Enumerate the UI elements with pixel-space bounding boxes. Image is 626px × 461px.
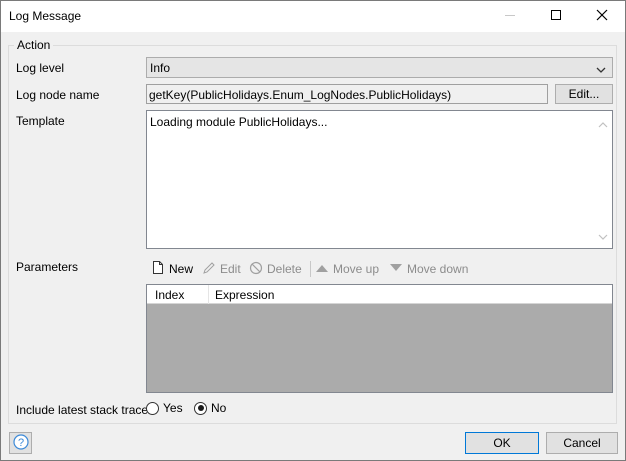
cancel-button[interactable]: Cancel: [546, 432, 618, 454]
move-up-label: Move up: [333, 262, 380, 276]
close-button[interactable]: [579, 1, 625, 32]
template-scrollbar[interactable]: [595, 111, 612, 248]
stack-trace-label: Include latest stack trace: [16, 403, 149, 417]
new-document-icon: [151, 260, 165, 278]
arrow-down-icon: [389, 262, 403, 276]
scroll-up-icon[interactable]: [598, 117, 608, 131]
radio-checked-icon: [194, 401, 207, 415]
svg-text:?: ?: [17, 437, 23, 449]
edit-label: Edit: [220, 262, 241, 276]
new-label: New: [169, 262, 194, 276]
window-title: Log Message: [9, 9, 82, 23]
radio-unchecked-icon: [146, 401, 159, 415]
log-node-name-label: Log node name: [16, 88, 100, 102]
arrow-up-icon: [315, 262, 329, 276]
move-down-label: Move down: [407, 262, 469, 276]
ok-button[interactable]: OK: [465, 432, 539, 454]
log-message-dialog: Log Message Action Log level Info Log no…: [0, 0, 626, 461]
close-icon: [596, 9, 608, 24]
log-node-name-field: getKey(PublicHolidays.Enum_LogNodes.Publ…: [146, 84, 548, 104]
title-bar: Log Message: [1, 1, 625, 32]
log-level-select[interactable]: Info: [146, 57, 613, 78]
scroll-down-icon[interactable]: [598, 229, 608, 243]
template-label: Template: [16, 114, 65, 128]
help-button[interactable]: ?: [9, 432, 32, 454]
log-node-edit-button[interactable]: Edit...: [555, 84, 613, 104]
delete-label: Delete: [267, 262, 302, 276]
maximize-icon: [550, 9, 562, 24]
column-divider[interactable]: [208, 285, 209, 304]
new-parameter-button[interactable]: New: [151, 258, 193, 280]
column-header-index[interactable]: Index: [155, 288, 184, 302]
chevron-down-icon: [596, 63, 606, 77]
column-header-expression[interactable]: Expression: [215, 288, 274, 302]
minimize-icon: [504, 9, 516, 24]
grid-header: Index Expression: [147, 285, 612, 304]
no-label: No: [211, 401, 227, 415]
log-node-name-value: getKey(PublicHolidays.Enum_LogNodes.Publ…: [149, 88, 452, 102]
edit-parameter-button[interactable]: Edit: [202, 258, 241, 280]
log-level-label: Log level: [16, 61, 65, 75]
stack-trace-yes-radio[interactable]: Yes: [146, 401, 183, 415]
help-icon: ?: [12, 433, 29, 453]
delete-parameter-button[interactable]: Delete: [249, 258, 302, 280]
template-value: Loading module PublicHolidays...: [150, 115, 328, 129]
log-level-value: Info: [150, 61, 171, 75]
move-down-button[interactable]: Move down: [389, 258, 468, 280]
maximize-button[interactable]: [533, 1, 579, 32]
delete-icon: [249, 261, 263, 278]
parameters-grid[interactable]: Index Expression: [146, 284, 613, 393]
yes-label: Yes: [163, 401, 183, 415]
parameters-toolbar: New Edit Delete Move up Move down: [146, 258, 613, 280]
parameters-label: Parameters: [16, 260, 79, 274]
action-group-legend: Action: [14, 38, 54, 52]
stack-trace-no-radio[interactable]: No: [194, 401, 226, 415]
move-up-button[interactable]: Move up: [315, 258, 379, 280]
toolbar-separator: [310, 261, 311, 277]
template-textarea[interactable]: Loading module PublicHolidays...: [146, 110, 613, 249]
pencil-icon: [202, 261, 216, 278]
minimize-button[interactable]: [487, 1, 533, 32]
